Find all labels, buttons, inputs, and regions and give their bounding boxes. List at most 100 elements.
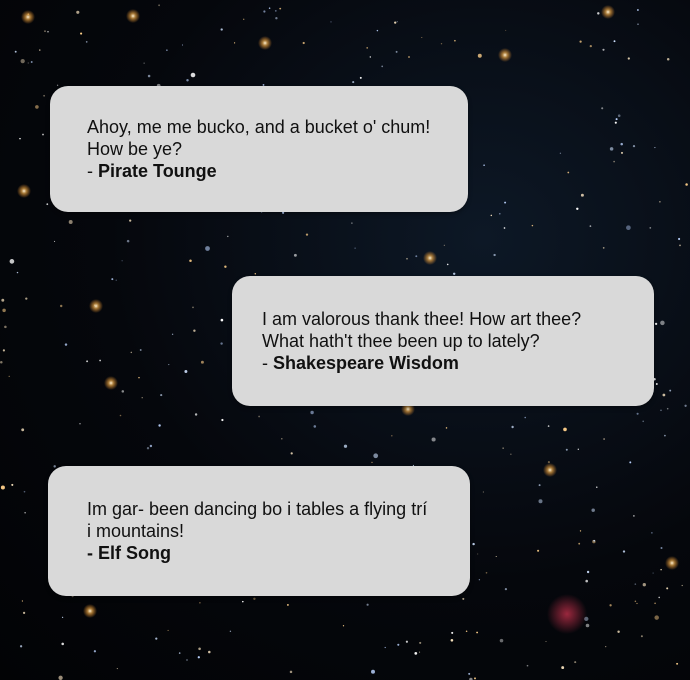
- star: [547, 425, 550, 427]
- star: [61, 616, 64, 618]
- star: [54, 240, 56, 242]
- star: [499, 213, 501, 215]
- star: [119, 414, 122, 417]
- star: [224, 265, 227, 268]
- star: [371, 669, 375, 674]
- star: [286, 603, 289, 606]
- star: [589, 225, 592, 227]
- star: [591, 508, 595, 512]
- star: [227, 235, 229, 238]
- star: [115, 279, 117, 281]
- star: [27, 62, 29, 64]
- chat-bubble-pirate: Ahoy, me me bucko, and a bucket o' chum!…: [50, 86, 468, 212]
- star: [2, 349, 6, 352]
- star: [171, 333, 174, 335]
- star: [579, 530, 582, 532]
- star: [289, 670, 293, 674]
- star: [189, 259, 192, 262]
- star: [577, 448, 579, 450]
- star: [86, 360, 89, 363]
- star: [545, 641, 547, 642]
- star: [578, 542, 581, 545]
- author-prefix: -: [87, 161, 98, 181]
- star: [141, 397, 143, 399]
- star: [20, 58, 25, 64]
- star: [626, 225, 631, 231]
- star: [146, 447, 150, 450]
- star: [538, 499, 543, 504]
- star: [64, 343, 68, 346]
- star: [478, 579, 481, 581]
- star: [19, 137, 21, 140]
- star: [313, 425, 317, 428]
- star: [565, 448, 568, 451]
- star: [654, 615, 659, 620]
- star: [192, 306, 194, 309]
- star: [622, 550, 626, 553]
- star: [652, 572, 654, 574]
- star: [654, 602, 656, 605]
- star: [243, 18, 245, 20]
- star: [242, 600, 244, 603]
- star: [85, 41, 88, 43]
- star: [381, 65, 384, 68]
- star: [0, 485, 5, 490]
- star: [178, 652, 181, 654]
- star: [254, 273, 257, 275]
- star: [642, 420, 644, 423]
- star: [660, 568, 662, 571]
- star: [576, 207, 579, 211]
- star: [681, 584, 683, 587]
- star: [186, 659, 188, 661]
- bright-star: [21, 10, 35, 24]
- bright-star: [89, 299, 103, 313]
- star: [366, 603, 369, 606]
- star: [637, 23, 639, 26]
- message-author: - Elf Song: [87, 542, 434, 564]
- star: [220, 342, 223, 345]
- star: [538, 484, 541, 487]
- star: [310, 410, 314, 415]
- star: [617, 114, 621, 117]
- star: [603, 438, 606, 440]
- star: [391, 434, 393, 437]
- star: [30, 61, 33, 63]
- author-name: - Elf Song: [87, 543, 171, 563]
- star: [574, 661, 577, 664]
- star: [197, 656, 200, 659]
- nebula-glow: [547, 594, 587, 634]
- star: [220, 28, 223, 31]
- star: [601, 107, 604, 110]
- star: [129, 219, 132, 222]
- star: [613, 40, 616, 43]
- star: [342, 625, 345, 627]
- star: [274, 9, 277, 12]
- star: [121, 260, 123, 262]
- star: [602, 247, 605, 249]
- star: [419, 651, 421, 653]
- star: [676, 662, 679, 665]
- star: [605, 645, 607, 648]
- star: [23, 490, 26, 493]
- star: [68, 220, 73, 224]
- star: [166, 49, 168, 51]
- star: [658, 596, 661, 599]
- star: [585, 579, 588, 583]
- star: [477, 53, 482, 58]
- star: [586, 570, 590, 574]
- star: [454, 39, 456, 42]
- star: [44, 30, 46, 33]
- star: [629, 461, 632, 464]
- star: [602, 48, 605, 51]
- star: [636, 9, 639, 11]
- star: [1, 298, 5, 302]
- star: [371, 461, 373, 464]
- star: [451, 631, 454, 634]
- star: [614, 121, 617, 124]
- star: [158, 424, 161, 427]
- star: [482, 491, 485, 493]
- star: [620, 151, 624, 154]
- star: [35, 105, 39, 109]
- star: [279, 7, 282, 10]
- star: [8, 375, 10, 378]
